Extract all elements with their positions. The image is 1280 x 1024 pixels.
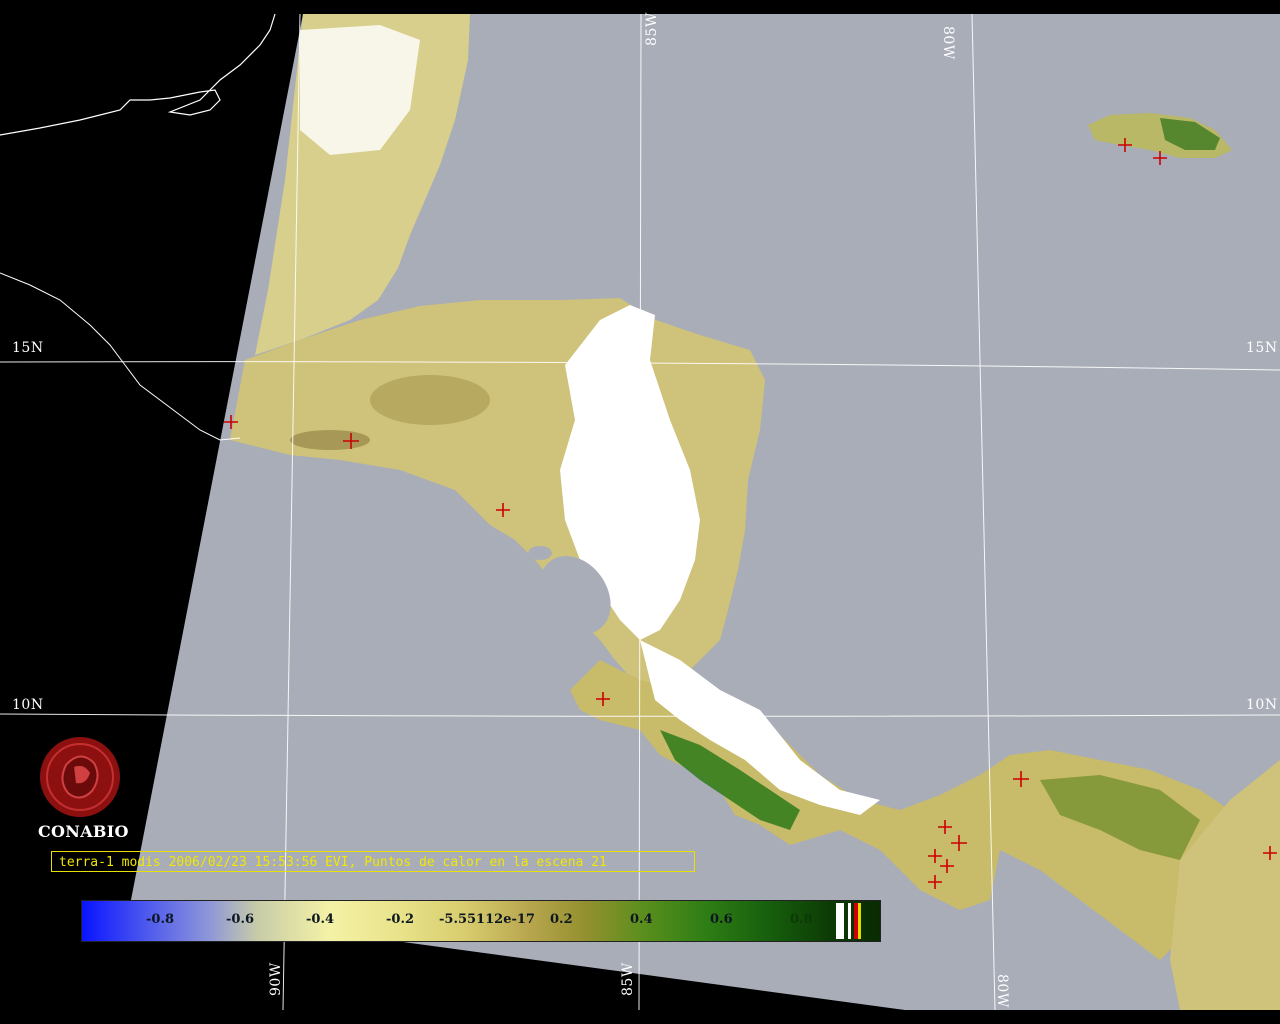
colorbar-highlight-swatch (858, 903, 861, 939)
dark-veg-patch (370, 375, 490, 425)
lon-label-85w-bottom: 85W (620, 962, 636, 996)
lon-label-90w-bottom: 90W (268, 962, 284, 996)
evi-colorbar: -0.8 -0.6 -0.4 -0.2 -5.55112e-17 0.2 0.4… (81, 900, 881, 942)
dark-veg-patch (290, 430, 370, 450)
scene-caption: terra-1 modis 2006/02/23 15:53:56 EVI, P… (51, 851, 695, 872)
map-viewport: 15N 15N 10N 10N 85W 80W 90W 85W 80W CONA… (0, 0, 1280, 1024)
lat-label-15n-right: 15N (1246, 340, 1278, 356)
colorbar-tick: -0.4 (306, 912, 335, 927)
conabio-logo-icon (40, 737, 120, 817)
colorbar-tick: -0.2 (386, 912, 415, 927)
lon-label-85w-top: 85W (644, 12, 660, 46)
colorbar-tick: 0.2 (550, 912, 573, 927)
colorbar-tick: -0.8 (146, 912, 175, 927)
lat-label-15n-left: 15N (12, 340, 44, 356)
lat-label-10n-left: 10N (12, 697, 44, 713)
colorbar-tick: -5.55112e-17 (439, 912, 535, 927)
lat-label-10n-right: 10N (1246, 697, 1278, 713)
border-line (0, 272, 241, 441)
colorbar-tick: -0.6 (226, 912, 255, 927)
colorbar-tick: 0.4 (630, 912, 653, 927)
colorbar-tick: 0.8 (790, 912, 813, 927)
lon-label-80w-bottom: 80W (994, 974, 1010, 1008)
lake-managua (528, 546, 552, 560)
conabio-wordmark: CONABIO (38, 822, 129, 841)
coastline-outline (0, 13, 276, 136)
colorbar-mask-swatch (848, 903, 851, 939)
colorbar-tick: 0.6 (710, 912, 733, 927)
colorbar-cloud-swatch (836, 903, 844, 939)
lon-label-80w-top: 80W (940, 26, 956, 60)
